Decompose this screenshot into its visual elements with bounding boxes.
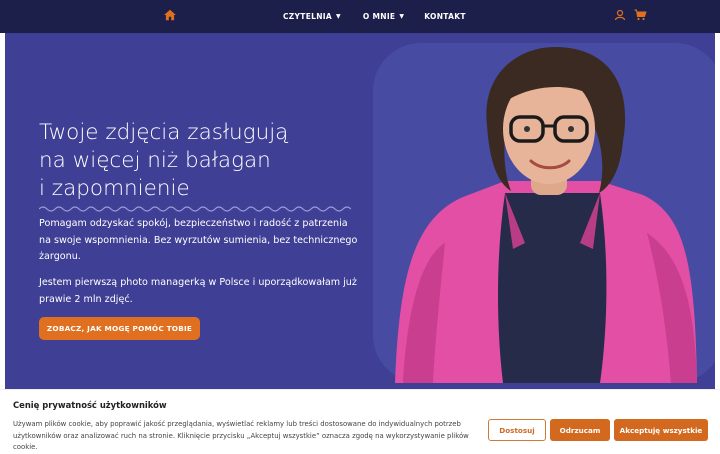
hero-heading-line: i zapomnienie xyxy=(39,176,190,201)
cart-icon[interactable] xyxy=(634,9,647,21)
portrait-photo xyxy=(395,47,697,383)
nav-item-kontakt[interactable]: KONTAKT xyxy=(424,12,466,21)
cta-button[interactable]: ZOBACZ, JAK MOGĘ POMÓC TOBIE xyxy=(39,317,200,340)
cookie-title: Cenię prywatność użytkowników xyxy=(13,400,167,410)
top-navigation: CZYTELNIA ▼ O MNIE ▼ KONTAKT xyxy=(0,0,720,33)
nav-item-label: O MNIE xyxy=(362,12,396,21)
hero-section: Twoje zdjęcia zasługują na więcej niż ba… xyxy=(5,33,715,389)
reject-button[interactable]: Odrzucam xyxy=(550,419,610,441)
hero-paragraph: Pomagam odzyskać spokój, bezpieczeństwo … xyxy=(39,218,358,262)
nav-item-label: CZYTELNIA xyxy=(283,12,332,21)
hero-paragraph: Jestem pierwszą photo managerką w Polsce… xyxy=(39,277,357,305)
main-menu: CZYTELNIA ▼ O MNIE ▼ KONTAKT xyxy=(283,0,466,33)
cookie-banner: Cenię prywatność użytkowników Używam pli… xyxy=(0,389,720,451)
home-icon[interactable] xyxy=(163,8,177,22)
cookie-text: Używam plików cookie, aby poprawić jakoś… xyxy=(13,420,469,451)
nav-item-label: KONTAKT xyxy=(424,12,466,21)
chevron-down-icon: ▼ xyxy=(335,13,341,20)
nav-item-czytelnia[interactable]: CZYTELNIA ▼ xyxy=(283,12,341,21)
accept-all-button[interactable]: Akceptuję wszystkie xyxy=(614,419,708,441)
hero-heading-line: na więcej niż bałagan xyxy=(39,148,271,173)
hero-heading-line: Twoje zdjęcia zasługują xyxy=(39,120,289,145)
nav-item-o-mnie[interactable]: O MNIE ▼ xyxy=(363,12,404,21)
customize-button[interactable]: Dostosuj xyxy=(488,419,546,441)
chevron-down-icon: ▼ xyxy=(399,13,405,20)
user-icon[interactable] xyxy=(614,9,626,21)
hero-heading: Twoje zdjęcia zasługują na więcej niż ba… xyxy=(39,119,369,203)
wave-divider xyxy=(39,206,351,212)
